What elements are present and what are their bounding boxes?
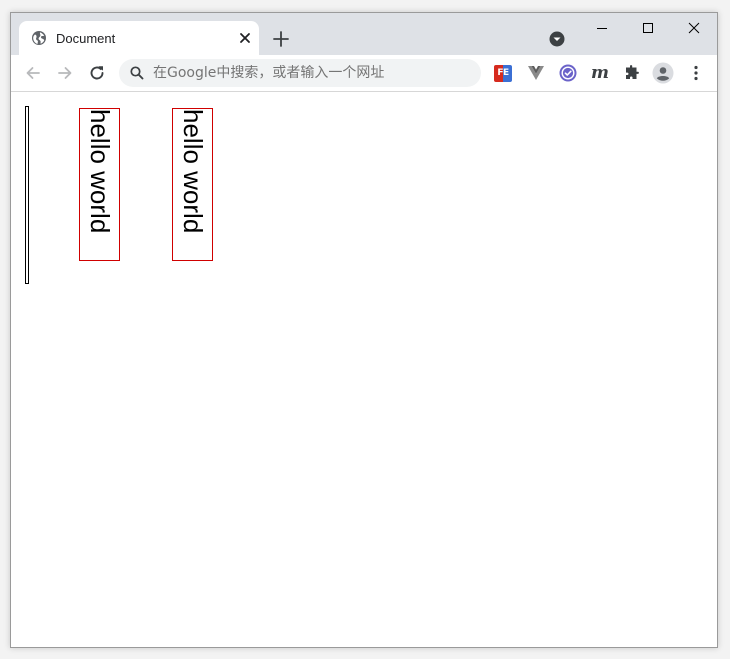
globe-icon xyxy=(32,31,46,45)
vertical-text-box-2: hello world xyxy=(172,108,213,261)
tab-search-icon[interactable] xyxy=(548,30,566,48)
fe-extension-label: FE xyxy=(497,68,509,78)
search-icon xyxy=(130,66,144,80)
address-bar[interactable] xyxy=(119,59,481,87)
m-extension-label: m xyxy=(591,63,609,83)
m-extension[interactable]: m xyxy=(590,63,610,83)
tab-title: Document xyxy=(56,31,116,46)
minimize-icon[interactable] xyxy=(579,13,625,43)
profile-avatar-icon[interactable] xyxy=(652,62,674,84)
vertical-text-box-1: hello world xyxy=(79,108,120,261)
empty-vertical-box xyxy=(25,106,29,284)
reload-icon[interactable] xyxy=(87,63,107,83)
new-tab-plus-icon[interactable] xyxy=(270,28,292,50)
window-close-icon[interactable] xyxy=(671,13,717,43)
tab-strip: Document xyxy=(11,13,717,55)
tab-document[interactable]: Document xyxy=(19,21,259,55)
back-arrow-icon[interactable] xyxy=(23,63,43,83)
checkmark-badge-icon[interactable] xyxy=(558,63,578,83)
vue-devtools-icon[interactable] xyxy=(526,63,546,83)
more-vertical-icon[interactable] xyxy=(686,63,706,83)
fe-helper-extension[interactable]: FE xyxy=(494,65,512,82)
close-icon[interactable] xyxy=(235,28,255,48)
maximize-icon[interactable] xyxy=(625,13,671,43)
page-content: hello world hello world xyxy=(11,92,717,647)
forward-arrow-icon[interactable] xyxy=(55,63,75,83)
puzzle-extensions-icon[interactable] xyxy=(622,63,642,83)
browser-window: Document 在Google中搜索，或者输入一个网址 FE m hello … xyxy=(10,12,718,648)
toolbar: FE m xyxy=(11,55,717,92)
address-input[interactable] xyxy=(153,65,453,81)
